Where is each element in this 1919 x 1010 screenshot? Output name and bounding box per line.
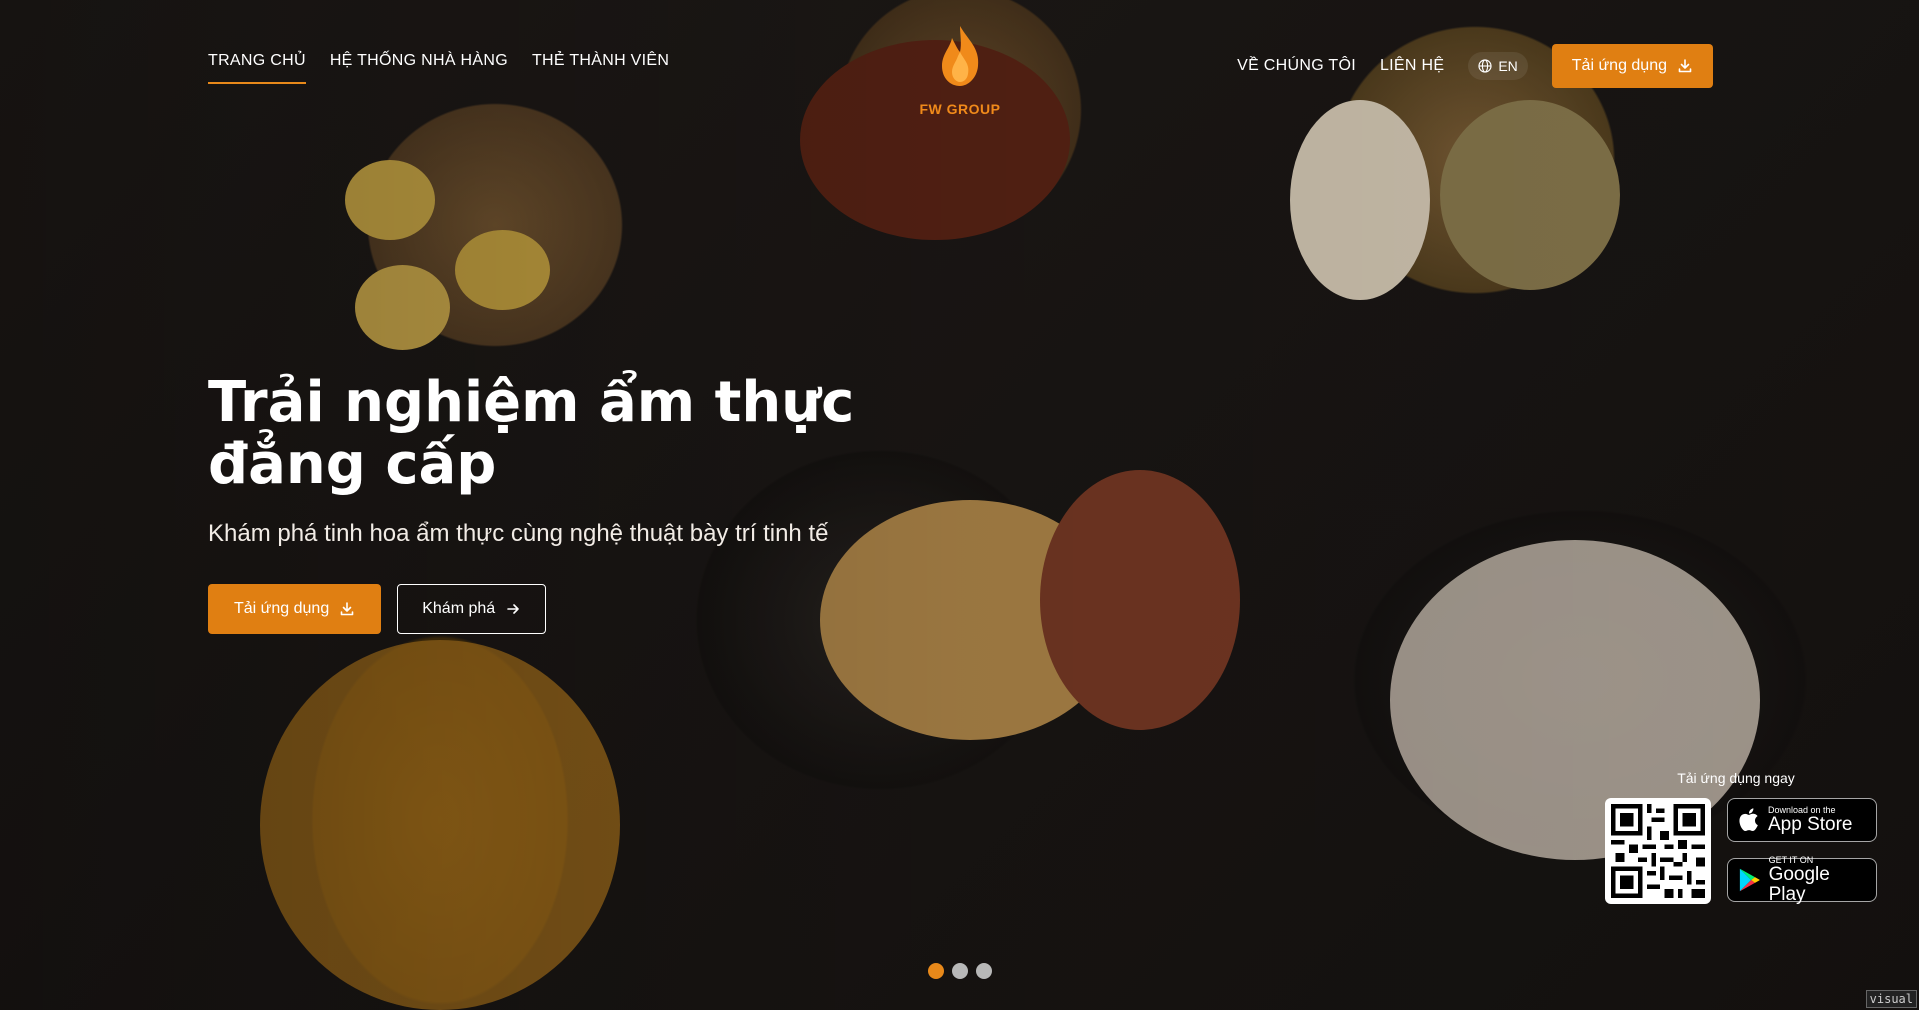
corner-tag: visual: [1865, 990, 1917, 1008]
nav-link-home[interactable]: TRANG CHỦ: [208, 52, 306, 84]
app-store-badge[interactable]: Download on the App Store: [1727, 798, 1877, 842]
app-download-block: Tải ứng dụng ngay Download on the App St…: [1605, 770, 1877, 905]
hero-title-line-2: đẳng cấp: [208, 432, 497, 497]
download-icon: [340, 602, 354, 616]
main-nav-right: VỀ CHÚNG TÔI LIÊN HỆ EN Tải ứng dụng: [1237, 44, 1713, 88]
google-play-icon: [1739, 868, 1760, 892]
google-play-text: GET IT ON Google Play: [1769, 855, 1866, 905]
hero-download-app-button[interactable]: Tải ứng dụng: [208, 584, 382, 634]
explore-label: Khám phá: [422, 600, 496, 617]
language-switcher[interactable]: EN: [1468, 52, 1528, 80]
google-play-big-text: Google Play: [1768, 864, 1830, 905]
store-badges: Download on the App Store GET IT ON Goog…: [1727, 798, 1877, 905]
slider-pagination: [928, 963, 992, 979]
language-label: EN: [1498, 58, 1518, 74]
app-store-text: Download on the App Store: [1768, 805, 1853, 835]
google-play-badge[interactable]: GET IT ON Google Play: [1727, 855, 1877, 905]
arrow-right-icon: [507, 604, 519, 614]
nav-download-label: Tải ứng dụng: [1571, 57, 1667, 74]
main-nav-left: TRANG CHỦ HỆ THỐNG NHÀ HÀNG THẺ THÀNH VI…: [208, 52, 669, 84]
app-download-row: Download on the App Store GET IT ON Goog…: [1605, 798, 1877, 905]
hero-subtitle: Khám phá tinh hoa ẩm thực cùng nghệ thuậ…: [208, 520, 829, 547]
nav-link-restaurants[interactable]: HỆ THỐNG NHÀ HÀNG: [330, 52, 508, 84]
hero-actions: Tải ứng dụng Khám phá: [208, 584, 547, 634]
slider-dot-2[interactable]: [952, 963, 968, 979]
qr-code[interactable]: [1605, 798, 1711, 904]
explore-button[interactable]: Khám phá: [397, 584, 547, 634]
download-icon: [1678, 59, 1692, 73]
globe-icon: [1478, 59, 1492, 73]
nav-download-app-button[interactable]: Tải ứng dụng: [1551, 44, 1713, 88]
fw-group-logo[interactable]: FW GROUP: [915, 22, 1005, 117]
app-download-label: Tải ứng dụng ngay: [1677, 770, 1795, 786]
slider-dot-3[interactable]: [976, 963, 992, 979]
nav-link-about[interactable]: VỀ CHÚNG TÔI: [1237, 57, 1356, 75]
hero-download-label: Tải ứng dụng: [234, 600, 330, 617]
hero-title: Trải nghiệm ẩm thực đẳng cấp: [208, 372, 908, 496]
qr-code-image: [1611, 804, 1705, 898]
hero-title-line-1: Trải nghiệm ẩm thực: [208, 370, 855, 435]
logo-text: FW GROUP: [919, 101, 1001, 117]
flame-logo-icon: [942, 26, 979, 86]
slider-dot-1[interactable]: [928, 963, 944, 979]
apple-icon: [1739, 808, 1758, 831]
app-store-big-text: App Store: [1768, 814, 1853, 835]
nav-link-membership[interactable]: THẺ THÀNH VIÊN: [532, 52, 669, 84]
nav-link-contact[interactable]: LIÊN HỆ: [1380, 57, 1444, 75]
